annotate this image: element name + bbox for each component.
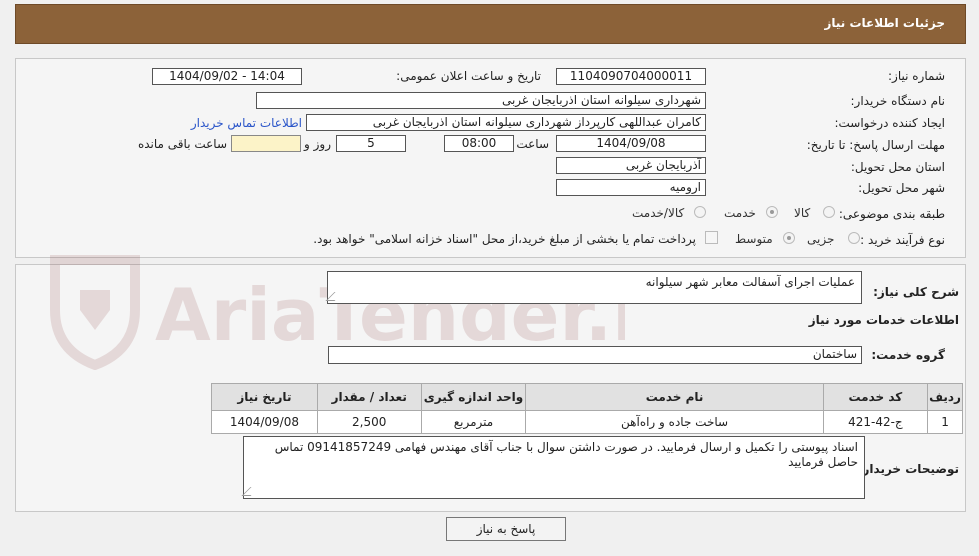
category-radio-goods[interactable] <box>823 206 835 218</box>
purchase-process-label: نوع فرآیند خرید : <box>860 233 945 247</box>
announce-datetime-label: تاریخ و ساعت اعلان عمومی: <box>396 69 541 83</box>
services-table: تاریخ نیاز تعداد / مقدار واحد اندازه گیر… <box>211 383 963 434</box>
category-label: طبقه بندی موضوعی: <box>838 207 945 221</box>
resize-grip-icon[interactable] <box>325 292 344 301</box>
category-option-goods: کالا <box>794 206 811 220</box>
table-row: 1404/09/08 2,500 مترمربع ساخت جاده و راه… <box>211 410 963 434</box>
delivery-city-label: شهر محل تحویل: <box>858 181 945 195</box>
announce-datetime-field: 1404/09/02 - 14:04 <box>152 68 302 85</box>
remaining-hours-label: ساعت باقی مانده <box>137 137 227 151</box>
category-option-service: خدمت <box>724 206 756 220</box>
col-quantity-header: تعداد / مقدار <box>316 383 422 411</box>
cell-row-number: 1 <box>927 410 963 434</box>
buyer-notes-text: اسناد پیوستی را تکمیل و ارسال فرمایید. د… <box>274 440 858 469</box>
cell-need-date: 1404/09/08 <box>211 410 318 434</box>
need-summary-field: عملیات اجرای آسفالت معابر شهر سیلوانه <box>325 271 862 304</box>
buyer-org-label: نام دستگاه خریدار: <box>850 94 946 108</box>
category-option-goods-service: کالا/خدمت <box>632 206 685 220</box>
deadline-date-field: 1404/09/08 <box>556 135 706 152</box>
col-unit-header: واحد اندازه گیری <box>420 383 527 411</box>
col-service-code-header: کد خدمت <box>822 383 929 411</box>
treasury-payment-checkbox[interactable] <box>705 231 718 244</box>
services-info-heading: اطلاعات خدمات مورد نیاز <box>808 313 959 327</box>
process-radio-minor[interactable] <box>848 232 860 244</box>
deadline-time-field: 08:00 <box>444 135 514 152</box>
cell-unit: مترمربع <box>420 410 527 434</box>
process-option-minor: جزیی <box>807 232 835 246</box>
remaining-days-field: 5 <box>336 135 406 152</box>
cell-service-name: ساخت جاده و راه‌آهن <box>525 410 824 434</box>
buyer-notes-field: اسناد پیوستی را تکمیل و ارسال فرمایید. د… <box>241 436 865 499</box>
need-info-panel <box>15 58 966 258</box>
request-creator-label: ایجاد کننده درخواست: <box>834 116 945 130</box>
resize-grip-icon[interactable] <box>241 487 260 496</box>
need-summary-text: عملیات اجرای آسفالت معابر شهر سیلوانه <box>645 275 855 289</box>
need-number-field: 1104090704000011 <box>556 68 706 85</box>
buyer-org-field: شهرداری سیلوانه استان اذربایجان غربی <box>256 92 706 109</box>
cell-quantity: 2,500 <box>316 410 422 434</box>
delivery-province-label: استان محل تحویل: <box>850 160 945 174</box>
deadline-time-label: ساعت <box>516 137 549 151</box>
services-table-header: تاریخ نیاز تعداد / مقدار واحد اندازه گیر… <box>211 383 963 411</box>
col-date-header: تاریخ نیاز <box>211 383 318 411</box>
page-title: جزئیات اطلاعات نیاز <box>824 16 945 30</box>
process-radio-medium[interactable] <box>783 232 795 244</box>
request-creator-field: کامران عبداللهی کارپرداز شهرداری سیلوانه… <box>306 114 706 131</box>
treasury-payment-note: پرداخت تمام یا بخشی از مبلغ خرید،از محل … <box>313 232 696 246</box>
process-option-medium: متوسط <box>735 232 773 246</box>
days-label: روز و <box>304 137 331 151</box>
deadline-label: مهلت ارسال پاسخ: تا تاریخ: <box>806 138 945 152</box>
need-summary-label: شرح کلی نیاز: <box>873 285 959 299</box>
service-group-field: ساختمان <box>328 346 862 364</box>
cell-service-code: ج-42-421 <box>822 410 929 434</box>
category-radio-goods-service[interactable] <box>694 206 706 218</box>
page-header: جزئیات اطلاعات نیاز <box>15 4 966 44</box>
need-number-label: شماره نیاز: <box>888 69 945 83</box>
delivery-city-field: ارومیه <box>556 179 706 196</box>
remaining-hours-field <box>231 135 301 152</box>
category-radio-service[interactable] <box>766 206 778 218</box>
buyer-contact-link[interactable]: اطلاعات تماس خریدار <box>191 116 302 130</box>
buyer-notes-label: توضیحات خریدار: <box>857 462 959 476</box>
reply-to-need-button[interactable]: پاسخ به نیاز <box>446 517 566 541</box>
col-service-name-header: نام خدمت <box>525 383 824 411</box>
service-group-label: گروه خدمت: <box>871 348 945 362</box>
delivery-province-field: آذربایجان غربی <box>556 157 706 174</box>
col-row-header: ردیف <box>927 383 963 411</box>
